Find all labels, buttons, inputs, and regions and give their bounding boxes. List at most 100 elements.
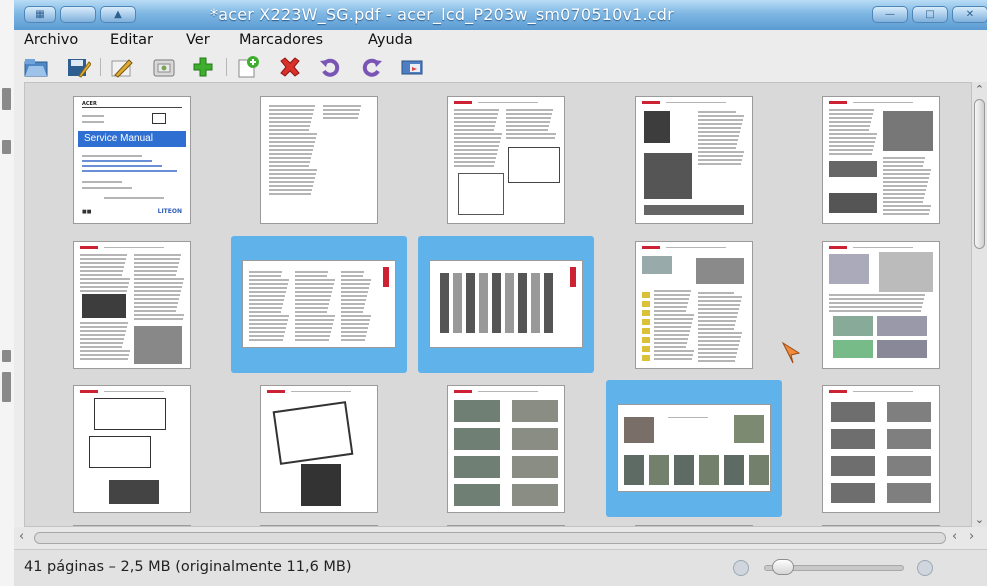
vertical-scroll-thumb[interactable] [974,99,985,249]
page-thumbnail[interactable] [793,236,969,373]
menu-editar[interactable]: Editar [110,32,153,48]
scroll-down-icon[interactable]: ⌄ [972,512,987,527]
insert-button[interactable] [150,54,178,80]
horizontal-scrollbar[interactable]: ‹ ‹ › [14,527,987,549]
page-thumbnail[interactable] [418,380,594,517]
text-line [883,169,931,171]
scroll-up-icon[interactable]: ⌃ [972,82,987,97]
table-column [466,273,475,333]
text-line [249,303,283,305]
pic-block [833,340,873,358]
properties-button[interactable] [398,54,426,80]
toolbar [14,52,987,82]
text-line [295,335,330,337]
menu-ver[interactable]: Ver [186,32,210,48]
add-button[interactable] [189,54,217,80]
scroll-left-icon[interactable]: ‹ [19,529,24,544]
text-line [883,189,926,191]
vertical-scrollbar[interactable]: ⌃ ⌄ [972,82,987,527]
horizontal-scroll-thumb[interactable] [34,532,946,544]
keep-above-button[interactable] [60,6,96,23]
page-thumbnail-selected[interactable] [606,380,782,517]
text-line [134,290,181,292]
text-line [698,304,740,306]
text-line [82,165,162,167]
rotate-right-button[interactable] [357,54,385,80]
photo-block [887,429,931,449]
menu-marcadores[interactable]: Marcadores [239,32,323,48]
text-line [654,322,692,324]
page-thumbnail[interactable] [793,91,969,228]
scroll-right-icon[interactable]: › [969,529,974,544]
edit-button[interactable] [108,54,136,80]
zoom-slider-handle[interactable] [772,559,794,575]
page-thumbnail[interactable] [44,236,220,373]
text-line [454,133,502,135]
main-window: ▦ ▲ *acer X223W_SG.pdf - acer_lcd_P203w_… [14,0,987,586]
text-line [698,348,738,350]
status-dot [642,292,650,298]
text-line [249,295,285,297]
text-line [698,296,742,298]
text-line [249,287,287,289]
text-line [80,258,126,260]
close-button[interactable]: ✕ [952,6,987,23]
text-line [506,129,548,131]
text-line [269,193,311,195]
photo-block [699,455,719,485]
maximize-button[interactable]: □ [912,6,948,23]
zoom-out-icon[interactable] [733,560,749,576]
page-header-block [829,390,847,393]
table-block [879,252,933,292]
text-line [698,119,743,121]
text-line [295,271,328,273]
page-mixed [73,241,191,369]
page-thumbnail[interactable]: ACER Service Manual ■■ LITEON [44,91,220,228]
page-thumbnail-selected[interactable] [231,236,407,373]
text-line [80,274,122,276]
text-line [249,271,282,273]
scroll-left-end-icon[interactable]: ‹ [952,529,957,544]
text-line [269,157,311,159]
page-mixed [635,241,753,369]
text-line [698,123,742,125]
text-line [341,327,368,329]
monitor-icon [152,113,166,124]
page-thumbnail[interactable] [418,91,594,228]
new-page-button[interactable] [234,54,262,80]
menu-archivo[interactable]: Archivo [24,32,78,48]
rotate-left-button[interactable] [317,54,345,80]
thumbnail-grid[interactable]: ACER Service Manual ■■ LITEON [24,82,972,527]
text-line [698,360,735,362]
title-bar[interactable]: ▦ ▲ *acer X223W_SG.pdf - acer_lcd_P203w_… [14,0,987,31]
shade-button[interactable]: ▲ [100,6,136,23]
text-line [269,141,315,143]
page-cover: ACER Service Manual ■■ LITEON [73,96,191,224]
page-mixed [822,241,940,369]
text-line [454,153,497,155]
pic-block [833,316,873,336]
page-thumbnail[interactable] [793,380,969,517]
delete-button[interactable] [276,54,304,80]
diagram-block [272,401,354,465]
photo-block [887,483,931,503]
toolbar-separator [100,58,101,76]
zoom-in-icon[interactable] [917,560,933,576]
page-thumbnail[interactable] [231,380,407,517]
minimize-button[interactable]: — [872,6,908,23]
page-thumbnail-selected[interactable] [418,236,594,373]
save-button[interactable] [64,54,92,80]
open-button[interactable] [22,54,50,80]
page-thumbnail[interactable] [231,91,407,228]
text-line [341,271,364,273]
photo-block [512,428,558,450]
text-line [829,117,872,119]
text-line [654,350,694,352]
text-line [883,205,931,207]
page-thumbnail[interactable] [606,236,782,373]
menu-ayuda[interactable]: Ayuda [368,32,413,48]
page-thumbnail[interactable] [44,380,220,517]
page-thumbnail[interactable] [606,91,782,228]
text-line [698,159,742,161]
window-menu-button[interactable]: ▦ [24,6,56,23]
